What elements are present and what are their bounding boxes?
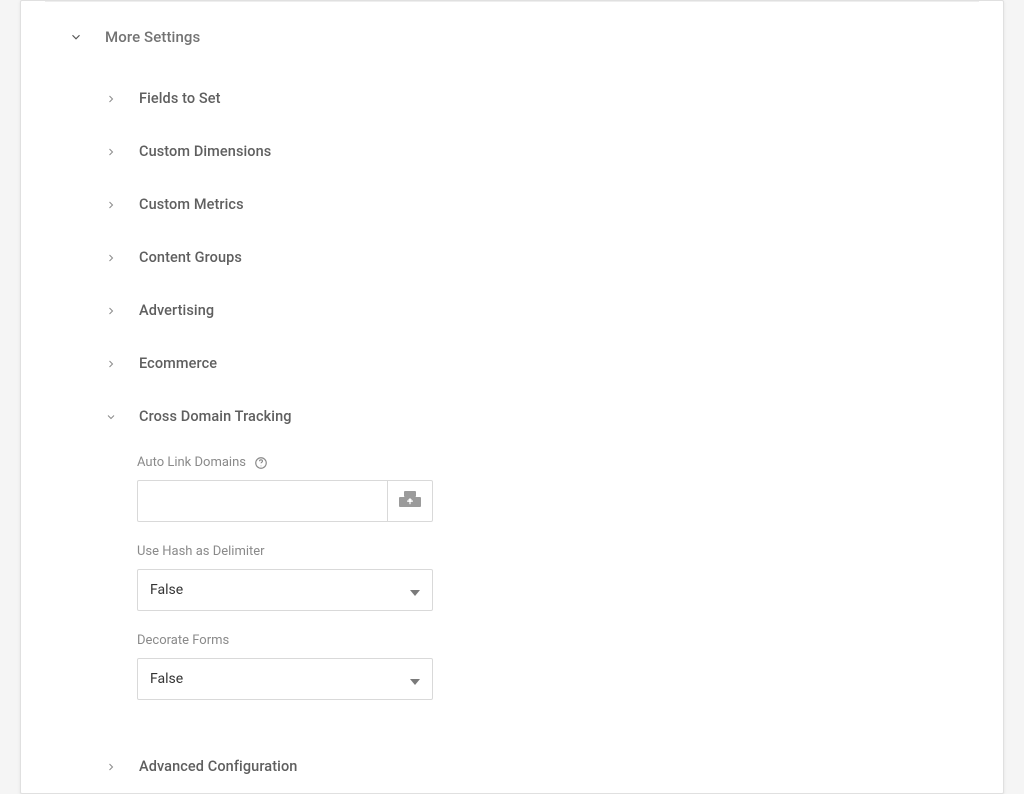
chevron-right-icon (105, 305, 117, 317)
caret-down-icon (410, 581, 420, 600)
chevron-right-icon (105, 761, 117, 773)
advertising-label: Advertising (139, 302, 214, 319)
help-icon[interactable] (254, 456, 268, 470)
decorate-forms-label: Decorate Forms (137, 633, 229, 648)
use-hash-field: Use Hash as Delimiter False (137, 544, 1003, 611)
variable-brick-icon (399, 491, 421, 511)
advanced-configuration-label: Advanced Configuration (139, 758, 297, 775)
chevron-right-icon (105, 199, 117, 211)
more-settings-toggle[interactable]: More Settings (21, 2, 1003, 72)
chevron-down-icon (105, 411, 117, 423)
chevron-right-icon (105, 358, 117, 370)
decorate-forms-field: Decorate Forms False (137, 633, 1003, 700)
settings-card: More Settings Fields to Set Custom Dimen… (20, 0, 1004, 794)
content-groups-label: Content Groups (139, 249, 242, 266)
cross-domain-tracking-label: Cross Domain Tracking (139, 408, 292, 425)
use-hash-select[interactable]: False (137, 569, 433, 611)
chevron-down-icon (69, 30, 83, 44)
custom-dimensions-toggle[interactable]: Custom Dimensions (21, 125, 1003, 178)
ecommerce-label: Ecommerce (139, 355, 217, 372)
custom-metrics-toggle[interactable]: Custom Metrics (21, 178, 1003, 231)
use-hash-label: Use Hash as Delimiter (137, 544, 265, 559)
caret-down-icon (410, 670, 420, 689)
cross-domain-content: Auto Link Domains (21, 443, 1003, 740)
fields-to-set-label: Fields to Set (139, 90, 221, 107)
decorate-forms-value: False (150, 671, 183, 687)
chevron-right-icon (105, 252, 117, 264)
advertising-toggle[interactable]: Advertising (21, 284, 1003, 337)
content-groups-toggle[interactable]: Content Groups (21, 231, 1003, 284)
decorate-forms-select[interactable]: False (137, 658, 433, 700)
advanced-configuration-toggle[interactable]: Advanced Configuration (21, 740, 1003, 793)
use-hash-value: False (150, 582, 183, 598)
custom-metrics-label: Custom Metrics (139, 196, 244, 213)
ecommerce-toggle[interactable]: Ecommerce (21, 337, 1003, 390)
auto-link-domains-input[interactable] (137, 480, 388, 522)
chevron-right-icon (105, 146, 117, 158)
insert-variable-button[interactable] (387, 480, 433, 522)
fields-to-set-toggle[interactable]: Fields to Set (21, 72, 1003, 125)
custom-dimensions-label: Custom Dimensions (139, 143, 271, 160)
cross-domain-tracking-toggle[interactable]: Cross Domain Tracking (21, 390, 1003, 443)
more-settings-title: More Settings (105, 28, 200, 46)
chevron-right-icon (105, 93, 117, 105)
auto-link-domains-field: Auto Link Domains (137, 455, 1003, 522)
auto-link-domains-label: Auto Link Domains (137, 455, 246, 470)
